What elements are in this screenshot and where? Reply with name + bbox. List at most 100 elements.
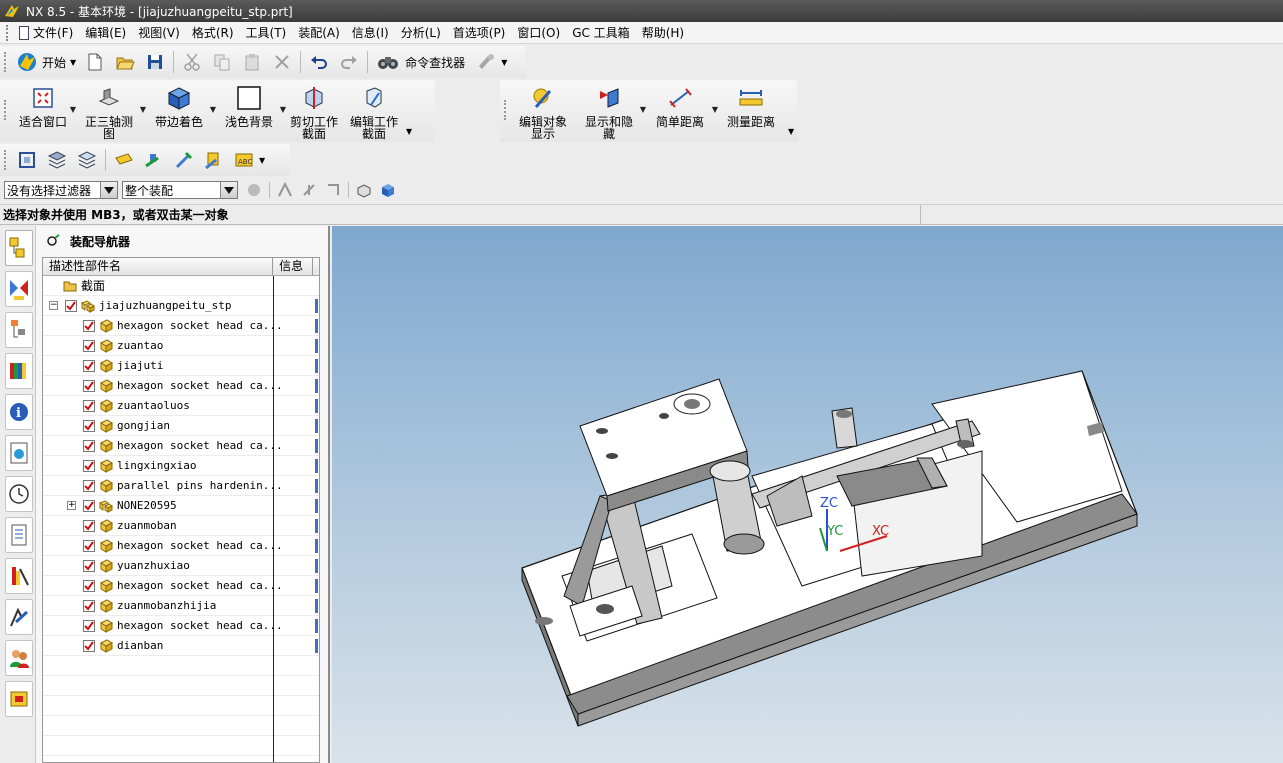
- resource-system-scenes-tab[interactable]: [5, 640, 33, 676]
- tree-row-component[interactable]: zuanmobanzhijia: [43, 596, 319, 616]
- column-part-name[interactable]: 描述性部件名: [43, 258, 274, 275]
- tree-row-component[interactable]: jiajuti: [43, 356, 319, 376]
- simple-distance-button[interactable]: 简单距离 ▼: [644, 80, 718, 140]
- collapse-icon[interactable]: −: [49, 301, 58, 310]
- pin-icon[interactable]: [46, 234, 60, 248]
- toolbar-grip[interactable]: [504, 100, 508, 120]
- visibility-checkbox[interactable]: [83, 620, 95, 632]
- menu-edit[interactable]: 编辑(E): [79, 23, 132, 43]
- select-all-button[interactable]: [244, 180, 264, 200]
- resource-hd3d-tools-tab[interactable]: i: [5, 394, 33, 430]
- new-file-button[interactable]: [83, 50, 107, 74]
- visibility-checkbox[interactable]: [83, 600, 95, 612]
- visibility-checkbox[interactable]: [83, 420, 95, 432]
- menu-view[interactable]: 视图(V): [132, 23, 186, 43]
- menu-analysis[interactable]: 分析(L): [395, 23, 447, 43]
- copy-button[interactable]: [210, 50, 234, 74]
- visibility-checkbox[interactable]: [83, 440, 95, 452]
- tree-row-component[interactable]: hexagon socket head ca...: [43, 616, 319, 636]
- cut-button[interactable]: [180, 50, 204, 74]
- move-component-button[interactable]: [172, 148, 196, 172]
- visibility-checkbox[interactable]: [83, 460, 95, 472]
- edit-object-display-button[interactable]: 编辑对象 显示: [512, 80, 574, 140]
- tree-row-component[interactable]: lingxingxiao: [43, 456, 319, 476]
- section-view-button[interactable]: [354, 180, 374, 200]
- shaded-with-edges-button[interactable]: 带边着色 ▼: [144, 80, 216, 140]
- tree-row-component[interactable]: zuantaoluos: [43, 396, 319, 416]
- menu-gc-toolbox[interactable]: GC 工具箱: [566, 23, 636, 43]
- visibility-checkbox[interactable]: [83, 540, 95, 552]
- snap-end-button[interactable]: [323, 180, 343, 200]
- fit-window-button[interactable]: 适合窗口 ▼: [12, 80, 76, 140]
- delete-button[interactable]: [270, 50, 294, 74]
- tree-row-root[interactable]: − jiajuzhuangpeitu_stp: [43, 296, 319, 316]
- add-component-button[interactable]: [142, 148, 166, 172]
- tree-row-component[interactable]: zuantao: [43, 336, 319, 356]
- menu-assembly[interactable]: 装配(A): [292, 23, 346, 43]
- selection-scope-select[interactable]: 整个装配: [122, 181, 238, 199]
- toolbar-grip[interactable]: [4, 150, 8, 170]
- graphics-viewport[interactable]: ZC YC XC: [332, 226, 1283, 763]
- show-hide-button[interactable]: 显示和隐藏 ▼: [574, 80, 646, 140]
- resource-history-tab[interactable]: [5, 476, 33, 512]
- tree-row-component[interactable]: hexagon socket head ca...: [43, 436, 319, 456]
- edit-work-section-button[interactable]: 编辑工作 截面: [344, 80, 404, 140]
- menu-preferences[interactable]: 首选项(P): [447, 23, 512, 43]
- toolbar-grip[interactable]: [4, 52, 8, 72]
- layers-button[interactable]: [45, 148, 69, 172]
- column-extra[interactable]: [313, 258, 319, 275]
- tree-row-component[interactable]: gongjian: [43, 416, 319, 436]
- menu-tools[interactable]: 工具(T): [240, 23, 293, 43]
- menu-format[interactable]: 格式(R): [186, 23, 240, 43]
- visibility-checkbox[interactable]: [83, 640, 95, 652]
- resource-manufacturing-wizard-tab[interactable]: [5, 558, 33, 594]
- toolbar-more-icon[interactable]: ▼: [788, 127, 794, 136]
- tree-row-component[interactable]: zuanmoban: [43, 516, 319, 536]
- menu-info[interactable]: 信息(I): [346, 23, 395, 43]
- menu-window[interactable]: 窗口(O): [511, 23, 566, 43]
- run-journal-button[interactable]: [474, 50, 498, 74]
- undo-button[interactable]: [307, 50, 331, 74]
- toolbar-more-icon[interactable]: ▼: [406, 127, 412, 136]
- tree-row-component[interactable]: dianban: [43, 636, 319, 656]
- chevron-down-icon[interactable]: [100, 182, 117, 198]
- resource-part-navigator-tab[interactable]: [5, 312, 33, 348]
- tree-row-component[interactable]: hexagon socket head ca...: [43, 316, 319, 336]
- visibility-checkbox[interactable]: [83, 580, 95, 592]
- type-filter-select[interactable]: 没有选择过滤器: [4, 181, 118, 199]
- menu-help[interactable]: 帮助(H): [636, 23, 690, 43]
- tree-row-component[interactable]: yuanzhuxiao: [43, 556, 319, 576]
- snap-point-button[interactable]: [275, 180, 295, 200]
- resource-constraint-navigator-tab[interactable]: [5, 271, 33, 307]
- open-file-button[interactable]: [113, 50, 137, 74]
- snap-mid-button[interactable]: [299, 180, 319, 200]
- layer-settings-button[interactable]: [75, 148, 99, 172]
- tree-row-section[interactable]: 截面: [43, 276, 319, 296]
- clip-work-section-button[interactable]: 剪切工作 截面: [284, 80, 344, 140]
- tree-row-component[interactable]: parallel pins hardenin...: [43, 476, 319, 496]
- light-background-button[interactable]: 浅色背景 ▼: [214, 80, 286, 140]
- resource-reuse-library-tab[interactable]: [5, 353, 33, 389]
- expand-icon[interactable]: +: [67, 501, 76, 510]
- visibility-checkbox[interactable]: [83, 520, 95, 532]
- resource-palette-tab[interactable]: [5, 681, 33, 717]
- resource-web-browser-tab[interactable]: [5, 435, 33, 471]
- visibility-checkbox[interactable]: [83, 560, 95, 572]
- paste-button[interactable]: [240, 50, 264, 74]
- tree-row-component[interactable]: hexagon socket head ca...: [43, 536, 319, 556]
- visibility-checkbox[interactable]: [83, 500, 95, 512]
- toolbar-options-icon[interactable]: ▼: [501, 58, 507, 67]
- measure-distance-button[interactable]: 测量距离: [716, 80, 786, 140]
- visibility-checkbox[interactable]: [83, 320, 95, 332]
- assembly-model-graphic[interactable]: ZC YC XC: [332, 226, 1283, 763]
- redo-button[interactable]: [337, 50, 361, 74]
- visibility-checkbox[interactable]: [65, 300, 77, 312]
- resource-assembly-navigator-tab[interactable]: [5, 230, 33, 266]
- assembly-frame-button[interactable]: [15, 148, 39, 172]
- assembly-constraint-button[interactable]: [202, 148, 226, 172]
- toolbar-options-icon[interactable]: ▼: [259, 156, 265, 165]
- tree-row-component[interactable]: + NONE20595: [43, 496, 319, 516]
- start-button[interactable]: 开始 ▼: [12, 50, 80, 74]
- toolbar-grip[interactable]: [4, 100, 8, 120]
- visibility-checkbox[interactable]: [83, 360, 95, 372]
